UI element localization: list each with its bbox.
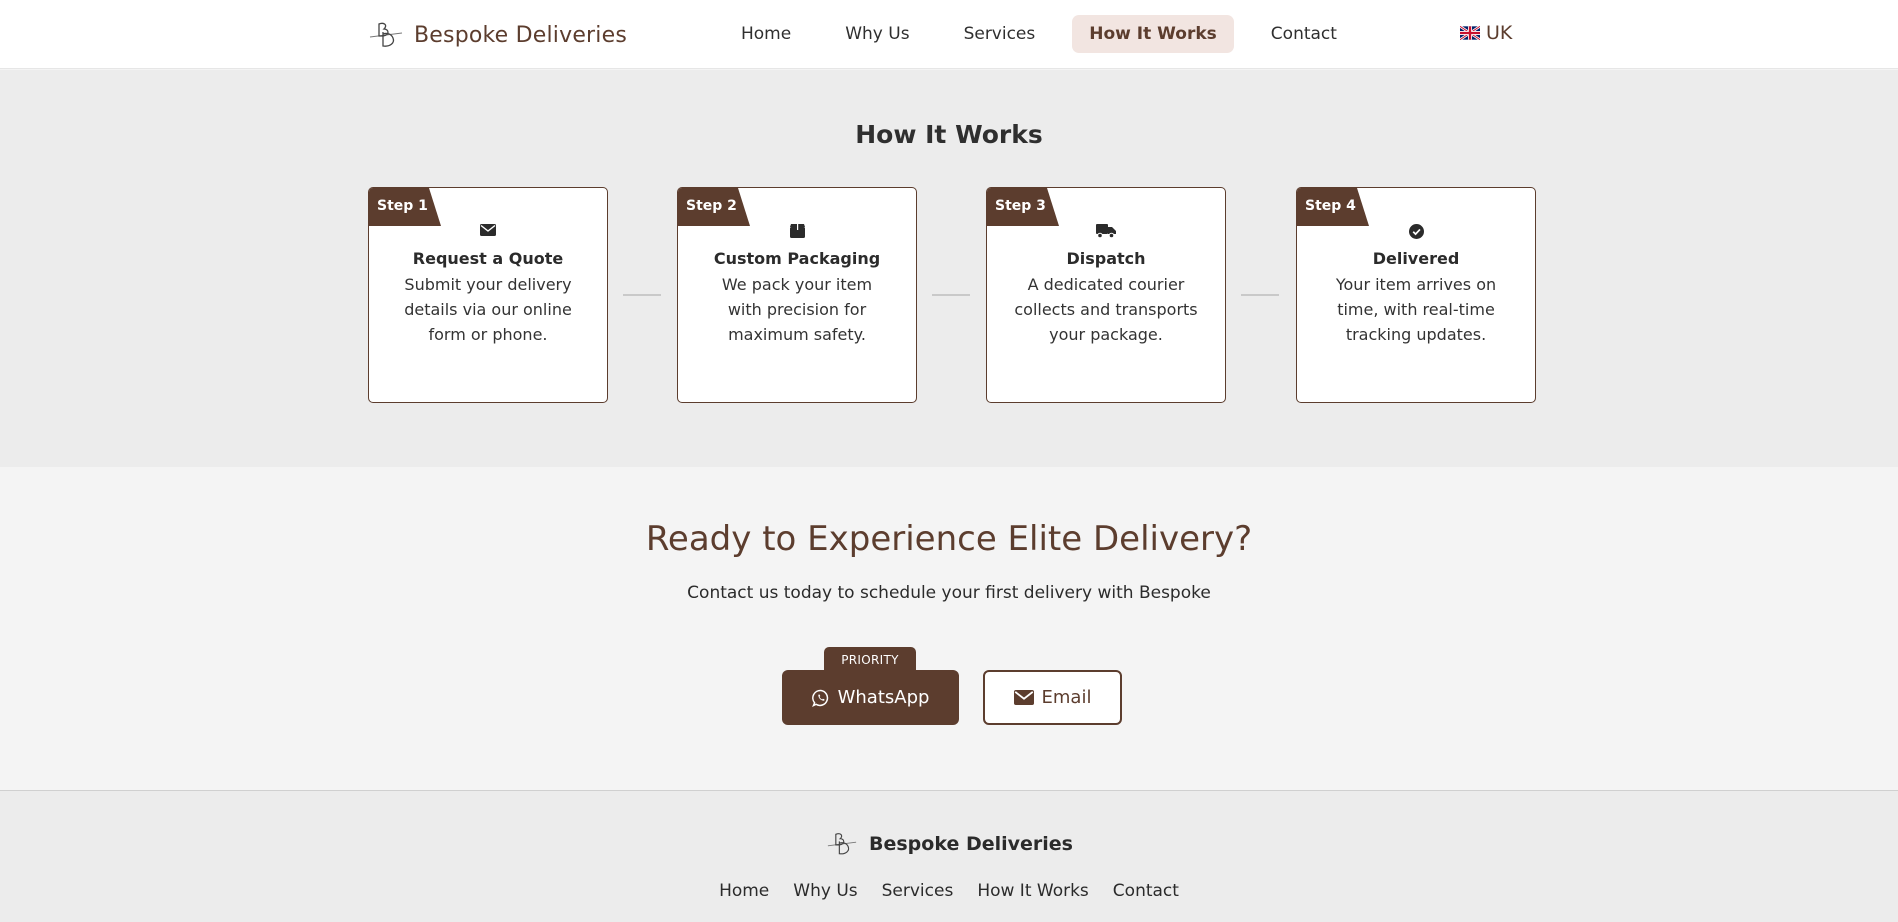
check-circle-icon — [1408, 224, 1424, 239]
language-selector[interactable]: UK — [1460, 22, 1512, 44]
nav-services[interactable]: Services — [947, 15, 1053, 53]
top-navbar: Bespoke Deliveries Home Why Us Services … — [0, 0, 1898, 69]
box-icon — [789, 224, 805, 238]
brand-name: Bespoke Deliveries — [414, 22, 628, 48]
step-icon-wrap — [369, 224, 607, 236]
step-card-1: Step 1 Request a Quote Submit your deliv… — [368, 187, 608, 403]
footer-link-services[interactable]: Services — [882, 881, 954, 901]
step-description: A dedicated courier collects and transpo… — [1014, 275, 1198, 344]
step-connector — [932, 294, 970, 296]
step-tag: Step 3 — [987, 188, 1059, 226]
step-connector — [623, 294, 661, 296]
nav-home[interactable]: Home — [724, 15, 808, 53]
email-button[interactable]: Email — [983, 670, 1122, 725]
step-icon-wrap — [678, 224, 916, 238]
footer-links: Home Why Us Services How It Works Contac… — [0, 881, 1898, 901]
cta-section: Ready to Experience Elite Delivery? Cont… — [0, 467, 1898, 790]
envelope-icon — [1013, 690, 1034, 705]
footer-brand-name: Bespoke Deliveries — [869, 833, 1073, 855]
step-icon-wrap — [1297, 224, 1535, 239]
whatsapp-button[interactable]: WhatsApp — [782, 670, 959, 725]
cta-subheading: Contact us today to schedule your first … — [687, 583, 1211, 603]
step-tag: Step 2 — [678, 188, 750, 226]
step-card-2: Step 2 Custom Packaging We pack your ite… — [677, 187, 917, 403]
bd-monogram-icon — [369, 22, 403, 47]
envelope-icon — [480, 224, 496, 236]
section-title: How It Works — [855, 120, 1043, 149]
step-card-4: Step 4 Delivered Your item arrives on ti… — [1296, 187, 1536, 403]
nav-why-us[interactable]: Why Us — [828, 15, 926, 53]
step-description: We pack your item with precision for max… — [721, 275, 873, 344]
language-label: UK — [1486, 22, 1513, 44]
step-tag: Step 1 — [369, 188, 441, 226]
nav-how-it-works[interactable]: How It Works — [1072, 15, 1234, 53]
footer-link-how-it-works[interactable]: How It Works — [977, 881, 1088, 901]
step-tag: Step 4 — [1297, 188, 1369, 226]
step-title: Delivered — [1372, 249, 1460, 268]
truck-icon — [1096, 224, 1116, 238]
cta-heading: Ready to Experience Elite Delivery? — [645, 519, 1253, 559]
bd-monogram-icon — [827, 833, 857, 855]
footer-brand: Bespoke Deliveries — [0, 829, 1898, 859]
step-tag-label: Step 4 — [1305, 198, 1356, 214]
step-icon-wrap — [987, 224, 1225, 238]
whatsapp-icon — [811, 689, 828, 707]
nav-contact[interactable]: Contact — [1254, 15, 1354, 53]
step-tag-label: Step 1 — [377, 198, 428, 214]
footer-link-home[interactable]: Home — [719, 881, 769, 901]
uk-flag-icon — [1460, 26, 1480, 40]
step-card-3: Step 3 Dispatch A dedicated courier coll… — [986, 187, 1226, 403]
brand-logo-link[interactable]: Bespoke Deliveries — [368, 18, 627, 52]
whatsapp-label: WhatsApp — [837, 687, 930, 708]
step-title: Request a Quote — [412, 249, 564, 268]
footer: Bespoke Deliveries Home Why Us Services … — [0, 790, 1898, 922]
step-tag-label: Step 2 — [686, 198, 737, 214]
step-description: Your item arrives on time, with real-tim… — [1335, 275, 1497, 344]
main-menu: Home Why Us Services How It Works Contac… — [724, 15, 1374, 53]
step-tag-label: Step 3 — [995, 198, 1046, 214]
step-title: Dispatch — [1066, 249, 1146, 268]
step-title: Custom Packaging — [713, 249, 881, 268]
step-description: Submit your delivery details via our onl… — [404, 275, 572, 344]
email-label: Email — [1041, 687, 1092, 708]
how-it-works-section: How It Works Step 1 Request a Quote Subm… — [0, 70, 1898, 467]
step-connector — [1241, 294, 1279, 296]
footer-link-why-us[interactable]: Why Us — [793, 881, 857, 901]
footer-link-contact[interactable]: Contact — [1113, 881, 1179, 901]
